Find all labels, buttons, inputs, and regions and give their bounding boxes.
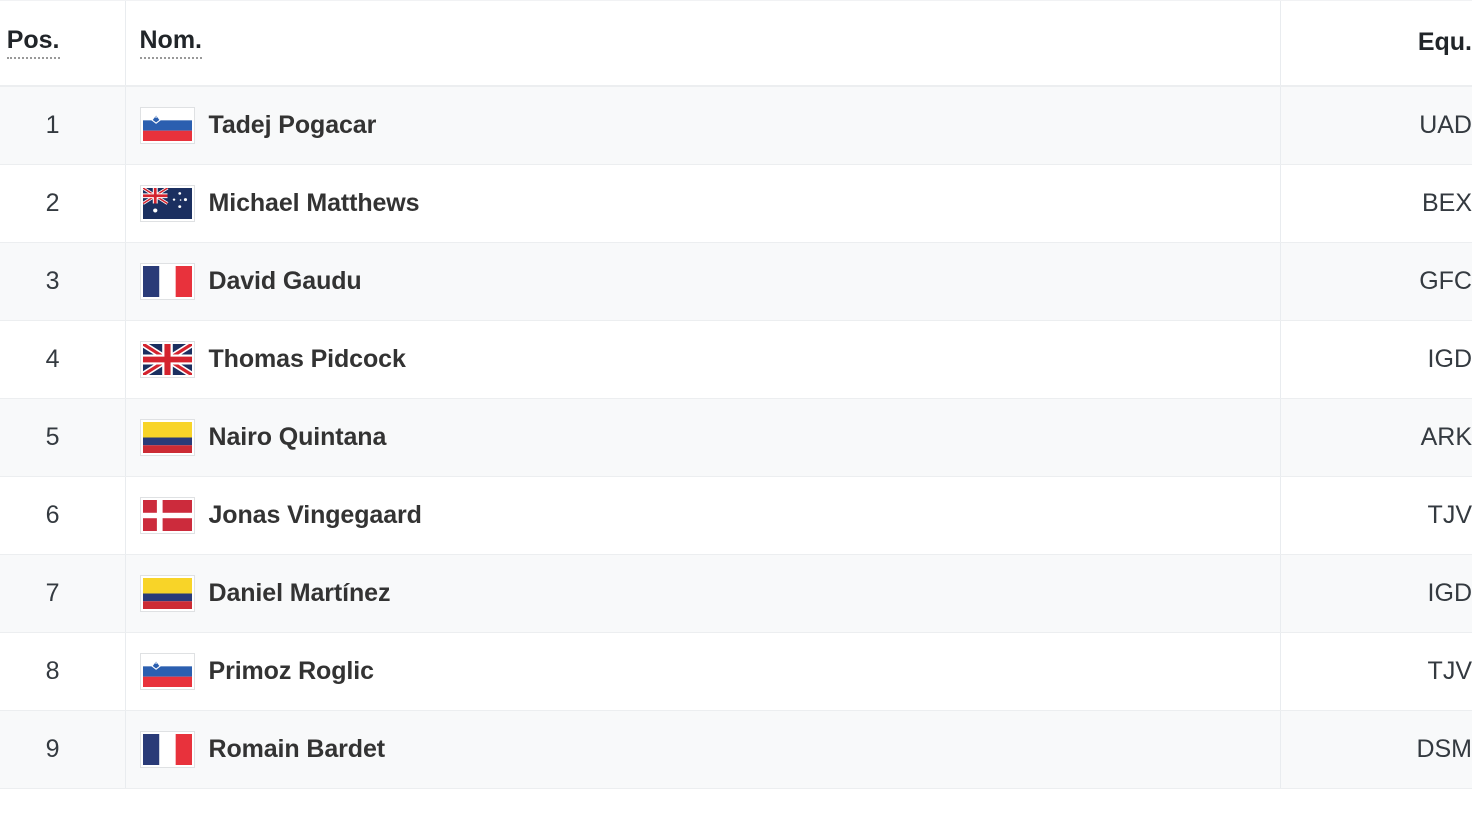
- rider-row-content: David Gaudu: [139, 262, 1280, 300]
- table-row[interactable]: 4 Thomas Pidcock IGD: [0, 320, 1472, 399]
- cycling-results-table: Pos. Nom. Equ. 1 Tadej Pogacar UAD 2 Mic…: [0, 0, 1472, 789]
- cell-rider: Primoz Roglic: [124, 632, 1280, 711]
- cell-rider: Jonas Vingegaard: [124, 476, 1280, 555]
- cell-rider: Nairo Quintana: [124, 398, 1280, 477]
- cell-team: TJV: [1279, 632, 1472, 711]
- rider-row-content: Jonas Vingegaard: [139, 496, 1280, 534]
- cell-team: IGD: [1279, 320, 1472, 399]
- rider-row-content: Tadej Pogacar: [139, 106, 1280, 144]
- cell-position: 1: [0, 86, 125, 165]
- top-divider: [0, 0, 1472, 1]
- flag-colombia-icon: [139, 418, 195, 456]
- flag-australia-icon: [139, 184, 195, 222]
- cell-position: 4: [0, 320, 125, 399]
- table-row[interactable]: 7 Daniel Martínez IGD: [0, 554, 1472, 633]
- rider-row-content: Daniel Martínez: [139, 574, 1280, 612]
- column-header-name-label: Nom.: [139, 26, 202, 59]
- rider-name: Romain Bardet: [208, 734, 386, 763]
- rider-name: Primoz Roglic: [208, 656, 374, 685]
- rider-row-content: Michael Matthews: [139, 184, 1280, 222]
- cell-team: GFC: [1279, 242, 1472, 321]
- column-header-team-label: Equ.: [1417, 28, 1472, 56]
- results-table-container: Pos. Nom. Equ. 1 Tadej Pogacar UAD 2 Mic…: [0, 0, 1472, 828]
- cell-team: BEX: [1279, 164, 1472, 243]
- flag-france-icon: [139, 262, 195, 300]
- cell-position: 3: [0, 242, 125, 321]
- table-row[interactable]: 2 Michael Matthews BEX: [0, 164, 1472, 243]
- header-row: Pos. Nom. Equ.: [0, 0, 1472, 87]
- rider-name: Nairo Quintana: [208, 422, 387, 451]
- rider-row-content: Nairo Quintana: [139, 418, 1280, 456]
- cell-position: 2: [0, 164, 125, 243]
- cell-rider: Thomas Pidcock: [124, 320, 1280, 399]
- flag-france-icon: [139, 730, 195, 768]
- cell-rider: David Gaudu: [124, 242, 1280, 321]
- column-header-position-label: Pos.: [6, 26, 60, 59]
- cell-rider: Daniel Martínez: [124, 554, 1280, 633]
- table-row[interactable]: 5 Nairo Quintana ARK: [0, 398, 1472, 477]
- table-row[interactable]: 1 Tadej Pogacar UAD: [0, 86, 1472, 165]
- table-row[interactable]: 8 Primoz Roglic TJV: [0, 632, 1472, 711]
- column-header-position[interactable]: Pos.: [0, 0, 125, 87]
- rider-name: Jonas Vingegaard: [208, 500, 422, 529]
- cell-rider: Michael Matthews: [124, 164, 1280, 243]
- cell-team: UAD: [1279, 86, 1472, 165]
- cell-team: DSM: [1279, 710, 1472, 789]
- cell-position: 6: [0, 476, 125, 555]
- rider-row-content: Thomas Pidcock: [139, 340, 1280, 378]
- cell-team: IGD: [1279, 554, 1472, 633]
- column-header-team[interactable]: Equ.: [1279, 0, 1472, 87]
- flag-denmark-icon: [139, 496, 195, 534]
- table-body: 1 Tadej Pogacar UAD 2 Michael Matthews B…: [0, 86, 1472, 789]
- cell-position: 9: [0, 710, 125, 789]
- flag-uk-icon: [139, 340, 195, 378]
- rider-name: Daniel Martínez: [208, 578, 391, 607]
- table-header: Pos. Nom. Equ.: [0, 0, 1472, 87]
- rider-name: David Gaudu: [208, 266, 362, 295]
- flag-colombia-icon: [139, 574, 195, 612]
- table-row[interactable]: 6 Jonas Vingegaard TJV: [0, 476, 1472, 555]
- cell-rider: Tadej Pogacar: [124, 86, 1280, 165]
- table-row[interactable]: 3 David Gaudu GFC: [0, 242, 1472, 321]
- cell-team: ARK: [1279, 398, 1472, 477]
- cell-position: 7: [0, 554, 125, 633]
- flag-slovenia-icon: [139, 106, 195, 144]
- rider-row-content: Primoz Roglic: [139, 652, 1280, 690]
- rider-name: Michael Matthews: [208, 188, 420, 217]
- column-header-name[interactable]: Nom.: [124, 0, 1280, 87]
- rider-row-content: Romain Bardet: [139, 730, 1280, 768]
- table-row[interactable]: 9 Romain Bardet DSM: [0, 710, 1472, 789]
- cell-position: 5: [0, 398, 125, 477]
- rider-name: Tadej Pogacar: [208, 110, 377, 139]
- rider-name: Thomas Pidcock: [208, 344, 406, 373]
- cell-team: TJV: [1279, 476, 1472, 555]
- cell-position: 8: [0, 632, 125, 711]
- flag-slovenia-icon: [139, 652, 195, 690]
- cell-rider: Romain Bardet: [124, 710, 1280, 789]
